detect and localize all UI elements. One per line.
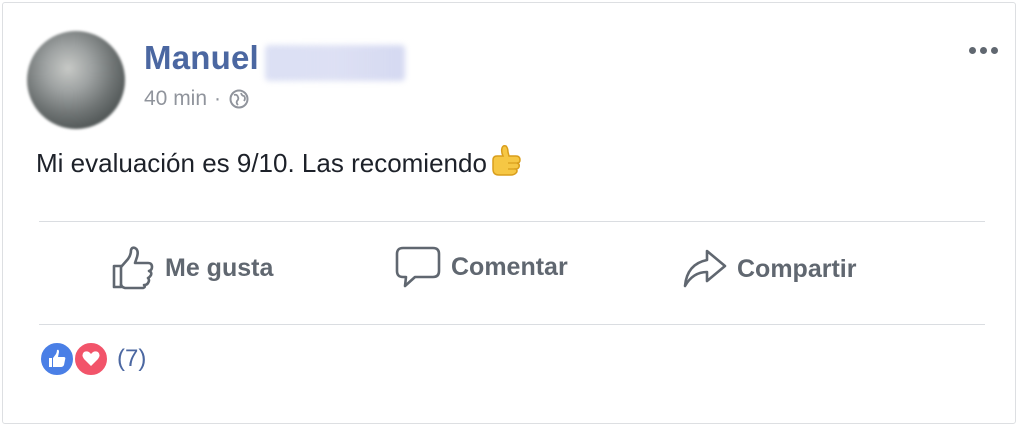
share-label: Compartir: [737, 254, 857, 283]
comment-button[interactable]: Comentar: [395, 245, 568, 289]
more-options-icon[interactable]: [969, 47, 1001, 59]
share-button[interactable]: Compartir: [683, 248, 856, 290]
divider-bottom: [39, 324, 985, 325]
author-name[interactable]: Manuel: [144, 39, 259, 77]
like-button[interactable]: Me gusta: [111, 246, 273, 290]
like-thumb-icon: [112, 246, 154, 290]
post-body: Mi evaluación es 9/10. Las recomiendo: [36, 144, 523, 179]
post-text: Mi evaluación es 9/10. Las recomiendo: [36, 148, 487, 178]
share-arrow-icon: [683, 249, 727, 288]
love-reaction-icon: [73, 341, 109, 377]
avatar[interactable]: [27, 31, 125, 129]
comment-bubble-icon: [395, 246, 441, 288]
meta-separator: ·: [214, 87, 222, 110]
reaction-count[interactable]: (7): [117, 345, 146, 373]
like-label: Me gusta: [165, 253, 274, 282]
reactions-summary[interactable]: (7): [39, 341, 146, 377]
like-reaction-icon: [39, 341, 75, 377]
thumbs-up-emoji-icon: [492, 144, 521, 176]
divider-top: [39, 221, 985, 222]
post-timestamp[interactable]: 40 min: [144, 87, 207, 111]
post-card: Manuel 40 min · Mi evaluación es 9/10. L…: [2, 2, 1016, 424]
redacted-surname: [265, 45, 405, 81]
globe-icon[interactable]: [229, 89, 249, 109]
post-meta: 40 min ·: [144, 87, 249, 111]
comment-label: Comentar: [451, 252, 568, 281]
